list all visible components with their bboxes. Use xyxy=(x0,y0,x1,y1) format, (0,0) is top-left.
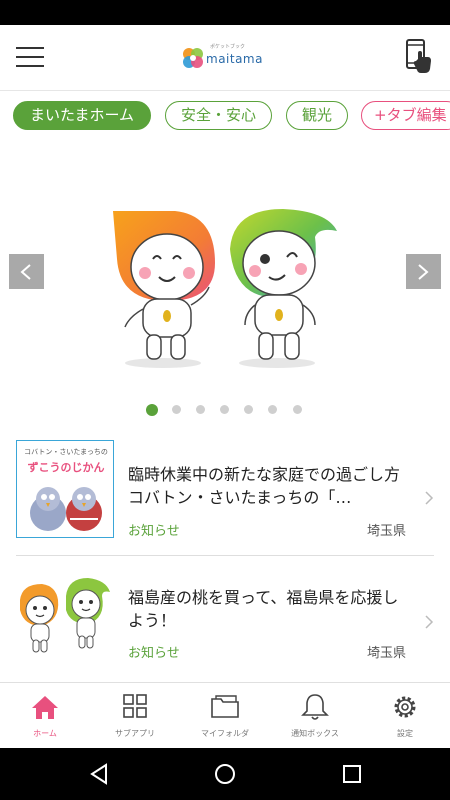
status-bar xyxy=(0,0,450,25)
carousel-dot[interactable] xyxy=(244,405,253,414)
news-item[interactable]: 福島産の桃を買って、福島県を応援しよう！ お知らせ 埼玉県 xyxy=(16,570,434,670)
carousel-prev-button[interactable] xyxy=(9,254,44,289)
bottom-navigation: ホーム サブアプリ マイフォルダ 通知ボックス 設定 xyxy=(0,682,450,748)
nav-my-folder[interactable]: マイフォルダ xyxy=(180,683,270,749)
menu-icon-bar xyxy=(16,56,44,58)
news-item[interactable]: コバトン・さいたまっちの ずこうのじかん 臨時休業中の新たな家庭での過ごし方コバ… xyxy=(16,440,434,540)
nav-label: 設定 xyxy=(397,729,413,738)
divider xyxy=(16,555,434,556)
carousel-dot[interactable] xyxy=(293,405,302,414)
menu-icon xyxy=(16,47,44,49)
chevron-right-icon xyxy=(425,491,434,505)
nav-sub-apps[interactable]: サブアプリ xyxy=(90,683,180,749)
news-title: 福島産の桃を買って、福島県を応援しよう！ xyxy=(128,588,399,630)
tab-safety[interactable]: 安全・安心 xyxy=(165,101,272,130)
nav-label: サブアプリ xyxy=(115,729,155,738)
carousel-dot[interactable] xyxy=(146,404,158,416)
mascot-banner-image xyxy=(113,209,337,368)
news-source: 埼玉県 xyxy=(366,646,406,661)
news-title: 臨時休業中の新たな家庭での過ごし方コバトン・さいたまっちの「… xyxy=(128,465,401,507)
tab-edit[interactable]: +タブ編集 xyxy=(361,101,450,130)
category-tabs: まいたまホーム 安全・安心 観光 +タブ編集 xyxy=(0,91,450,143)
news-source: 埼玉県 xyxy=(366,524,406,539)
folder-icon xyxy=(211,695,239,718)
nav-label: 通知ボックス xyxy=(291,729,339,738)
carousel-dot[interactable] xyxy=(268,405,277,414)
nav-settings[interactable]: 設定 xyxy=(360,683,450,749)
logo-subtext: ポケットブック xyxy=(210,44,246,50)
thumbnail-title: ずこうのじかん xyxy=(27,461,105,474)
carousel-dot[interactable] xyxy=(220,405,229,414)
system-navigation-bar xyxy=(0,748,450,800)
news-category: お知らせ xyxy=(128,646,180,661)
home-icon xyxy=(32,696,58,719)
tab-tourism[interactable]: 観光 xyxy=(286,101,348,130)
nav-home[interactable]: ホーム xyxy=(0,683,90,749)
news-thumbnail: コバトン・さいたまっちの ずこうのじかん xyxy=(16,440,114,538)
logo-text: maitama xyxy=(206,52,263,66)
maitama-logo[interactable]: ポケットブック maitama xyxy=(180,43,275,73)
thumbnail-illustration xyxy=(30,487,102,531)
app-header: ポケットブック maitama xyxy=(0,25,450,91)
news-category: お知らせ xyxy=(128,524,180,539)
nav-label: マイフォルダ xyxy=(201,729,249,738)
phone-icon xyxy=(406,39,431,73)
grid-icon xyxy=(123,694,147,718)
nav-label: ホーム xyxy=(33,729,57,738)
carousel-dot[interactable] xyxy=(196,405,205,414)
menu-button[interactable] xyxy=(16,45,44,69)
news-thumbnail xyxy=(20,578,110,653)
chevron-right-icon xyxy=(418,264,429,280)
nav-notification-box[interactable]: 通知ボックス xyxy=(270,683,360,749)
carousel-dot[interactable] xyxy=(172,405,181,414)
recent-apps-icon[interactable] xyxy=(342,764,362,784)
carousel-next-button[interactable] xyxy=(406,254,441,289)
chevron-left-icon xyxy=(20,264,31,280)
thumbnail-caption: コバトン・さいたまっちの xyxy=(24,448,108,456)
chevron-right-icon xyxy=(425,615,434,629)
carousel-indicator xyxy=(0,404,450,417)
back-icon[interactable] xyxy=(88,763,110,785)
tab-maitama-home[interactable]: まいたまホーム xyxy=(13,101,151,130)
home-circle-icon[interactable] xyxy=(213,762,237,786)
logo-mark-icon xyxy=(183,48,203,68)
phone-settings-button[interactable] xyxy=(404,39,434,75)
bell-icon xyxy=(301,694,329,720)
banner-carousel[interactable] xyxy=(0,143,450,425)
menu-icon-bar xyxy=(16,65,44,67)
gear-icon xyxy=(394,696,416,718)
